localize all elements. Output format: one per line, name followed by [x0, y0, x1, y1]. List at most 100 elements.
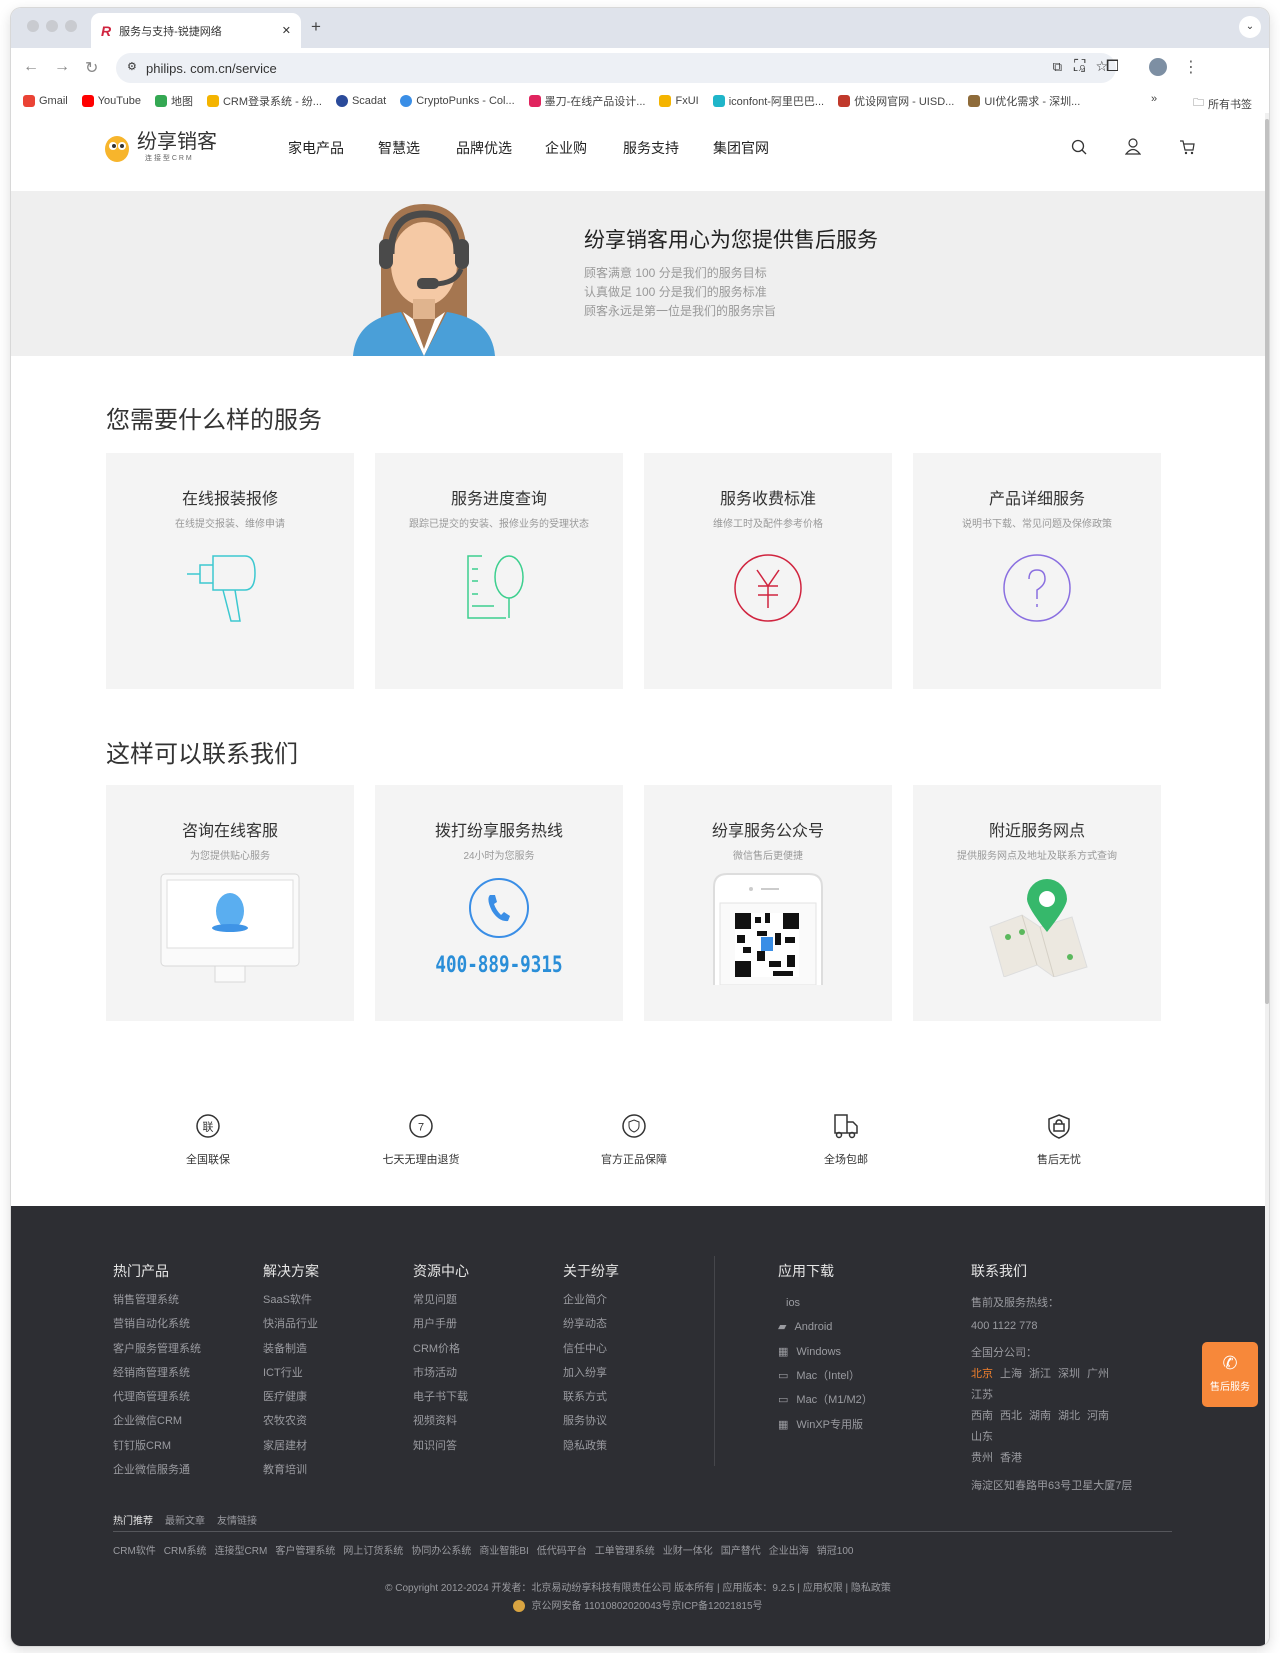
city-link[interactable]: 湖南 — [1029, 1406, 1051, 1427]
footer-link[interactable]: 企业简介 — [563, 1291, 619, 1315]
reload-icon[interactable]: ↻ — [85, 58, 98, 78]
footer-tab[interactable]: 最新文章 — [165, 1512, 205, 1527]
hot-link[interactable]: 协同办公系统 — [411, 1542, 471, 1557]
hot-link[interactable]: 销冠100 — [817, 1542, 854, 1557]
hot-link[interactable]: 业财一体化 — [663, 1542, 713, 1557]
more-bookmarks-button[interactable]: » — [1151, 93, 1157, 105]
footer-tab[interactable]: 友情链接 — [217, 1512, 257, 1527]
footer-link[interactable]: 农牧农资 — [263, 1412, 319, 1436]
all-bookmarks-button[interactable]: 🗀 所有书签 — [1193, 94, 1252, 113]
footer-link[interactable]: 钉钉版CRM — [113, 1437, 201, 1461]
app-download-mac-intel[interactable]: ▭ Mac（Intel） — [778, 1364, 873, 1388]
bookmark-item[interactable]: UI优化需求 - 深圳... — [968, 93, 1080, 109]
footer-link[interactable]: 电子书下载 — [413, 1388, 469, 1412]
hot-link[interactable]: 网上订货系统 — [343, 1542, 403, 1557]
screenshot-icon[interactable]: ⛶ — [1074, 58, 1085, 76]
search-icon[interactable] — [1071, 139, 1087, 155]
footer-link[interactable]: 家居建材 — [263, 1437, 319, 1461]
hot-link[interactable]: CRM系统 — [164, 1542, 207, 1557]
back-icon[interactable]: ← — [23, 58, 39, 76]
bookmark-item[interactable]: Gmail — [23, 94, 68, 107]
footer-link[interactable]: 知识问答 — [413, 1437, 469, 1461]
contact-card-nearby[interactable]: 附近服务网点 提供服务网点及地址及联系方式查询 — [913, 785, 1161, 1021]
contact-card-hotline[interactable]: 拨打纷享服务热线 24小时为您服务 400-889-9315 — [375, 785, 623, 1021]
site-logo[interactable]: 纷享销客连 接 型 C R M — [103, 130, 217, 164]
service-card-fees[interactable]: 服务收费标准 维修工时及配件参考价格 — [644, 453, 892, 689]
footer-link[interactable]: 营销自动化系统 — [113, 1315, 201, 1339]
nav-item[interactable]: 家电产品 — [288, 138, 344, 158]
app-download-mac-m1[interactable]: ▭ Mac（M1/M2） — [778, 1388, 873, 1412]
bookmark-item[interactable]: 优设网官网 - UISD... — [838, 93, 954, 109]
app-download-winxp[interactable]: ▦ WinXP专用版 — [778, 1412, 873, 1436]
user-icon[interactable] — [1125, 138, 1141, 155]
city-link[interactable]: 西南 — [971, 1406, 993, 1427]
hot-link[interactable]: 低代码平台 — [537, 1542, 587, 1557]
footer-link[interactable]: 销售管理系统 — [113, 1291, 201, 1315]
city-link[interactable]: 香港 — [1000, 1448, 1022, 1469]
app-download-android[interactable]: ▰ Android — [778, 1315, 873, 1339]
hotline-number[interactable]: 400-889-9315 — [400, 953, 598, 978]
city-link[interactable]: 浙江 — [1029, 1364, 1051, 1385]
app-download-windows[interactable]: ▦ Windows — [778, 1340, 873, 1364]
footer-link[interactable]: 经销商管理系统 — [113, 1364, 201, 1388]
bookmark-item[interactable]: YouTube — [81, 94, 141, 107]
hot-link[interactable]: 客户管理系统 — [275, 1542, 335, 1557]
city-link[interactable]: 湖北 — [1058, 1406, 1080, 1427]
forward-icon[interactable]: → — [54, 58, 70, 76]
nav-item[interactable]: 集团官网 — [713, 138, 769, 158]
city-link[interactable]: 河南 — [1087, 1406, 1109, 1427]
footer-link[interactable]: 教育培训 — [263, 1461, 319, 1485]
footer-link[interactable]: 联系方式 — [563, 1388, 619, 1412]
cart-icon[interactable] — [1179, 139, 1195, 155]
service-card-product[interactable]: 产品详细服务 说明书下载、常见问题及保修政策 — [913, 453, 1161, 689]
hotline-number[interactable]: 400 1122 778 — [971, 1315, 1141, 1337]
hot-link[interactable]: 国产替代 — [721, 1542, 761, 1557]
footer-link[interactable]: 企业微信CRM — [113, 1412, 201, 1436]
city-link[interactable]: 山东 — [971, 1427, 993, 1448]
address-bar[interactable]: ⚙ philips. com.cn/service ⧉ ⌕ ☆ — [116, 53, 1116, 83]
bookmark-item[interactable]: CRM登录系统 - 纷... — [206, 93, 322, 109]
contact-card-wechat[interactable]: 纷享服务公众号 微信售后更便捷 — [644, 785, 892, 1021]
translate-icon[interactable]: ⧉ — [1053, 59, 1062, 75]
browser-tab[interactable]: R 服务与支持-锐捷网络 ✕ — [91, 13, 301, 48]
nav-item[interactable]: 智慧选 — [378, 138, 420, 158]
footer-link[interactable]: SaaS软件 — [263, 1291, 319, 1315]
service-card-progress[interactable]: 服务进度查询 跟踪已提交的安装、报修业务的受理状态 — [375, 453, 623, 689]
footer-link[interactable]: 企业微信服务通 — [113, 1461, 201, 1485]
footer-link[interactable]: 快消品行业 — [263, 1315, 319, 1339]
close-window-button[interactable] — [27, 20, 39, 32]
hot-link[interactable]: 商业智能BI — [479, 1542, 528, 1557]
bookmark-item[interactable]: iconfont-阿里巴巴... — [712, 93, 824, 109]
hot-link[interactable]: CRM软件 — [113, 1542, 156, 1557]
extensions-icon[interactable]: ⧠ — [1106, 58, 1119, 76]
footer-link[interactable]: 视频资料 — [413, 1412, 469, 1436]
app-download-ios[interactable]: ios — [778, 1291, 873, 1315]
city-link[interactable]: 上海 — [1000, 1364, 1022, 1385]
tab-search-chevron-icon[interactable]: ⌄ — [1239, 16, 1261, 38]
menu-icon[interactable]: ⋮ — [1183, 57, 1199, 77]
footer-link[interactable]: 代理商管理系统 — [113, 1388, 201, 1412]
page-scrollbar[interactable] — [1265, 113, 1269, 1646]
footer-link[interactable]: 装备制造 — [263, 1340, 319, 1364]
footer-link[interactable]: CRM价格 — [413, 1340, 469, 1364]
nav-item[interactable]: 品牌优选 — [456, 138, 512, 158]
footer-link[interactable]: 隐私政策 — [563, 1437, 619, 1461]
bookmark-item[interactable]: Scadat — [335, 94, 386, 107]
nav-item[interactable]: 服务支持 — [623, 138, 679, 158]
bookmark-item[interactable]: 地图 — [154, 93, 193, 109]
footer-link[interactable]: 服务协议 — [563, 1412, 619, 1436]
city-link[interactable]: 北京 — [971, 1364, 993, 1385]
profile-avatar[interactable] — [1149, 58, 1167, 76]
footer-link[interactable]: 信任中心 — [563, 1340, 619, 1364]
footer-link[interactable]: 加入纷享 — [563, 1364, 619, 1388]
site-info-icon[interactable]: ⚙ — [127, 60, 137, 73]
bookmark-item[interactable]: FxUI — [659, 94, 699, 107]
footer-tab-active[interactable]: 热门推荐 — [113, 1512, 153, 1527]
maximize-window-button[interactable] — [65, 20, 77, 32]
service-card-repair[interactable]: 在线报装报修 在线提交报装、维修申请 — [106, 453, 354, 689]
footer-link[interactable]: ICT行业 — [263, 1364, 319, 1388]
contact-card-online[interactable]: 咨询在线客服 为您提供贴心服务 — [106, 785, 354, 1021]
footer-link[interactable]: 市场活动 — [413, 1364, 469, 1388]
bookmark-item[interactable]: 墨刀-在线产品设计... — [528, 93, 645, 109]
icp-record[interactable]: 京公网安备 11010802020043号京ICP备12021815号 — [11, 1597, 1265, 1613]
